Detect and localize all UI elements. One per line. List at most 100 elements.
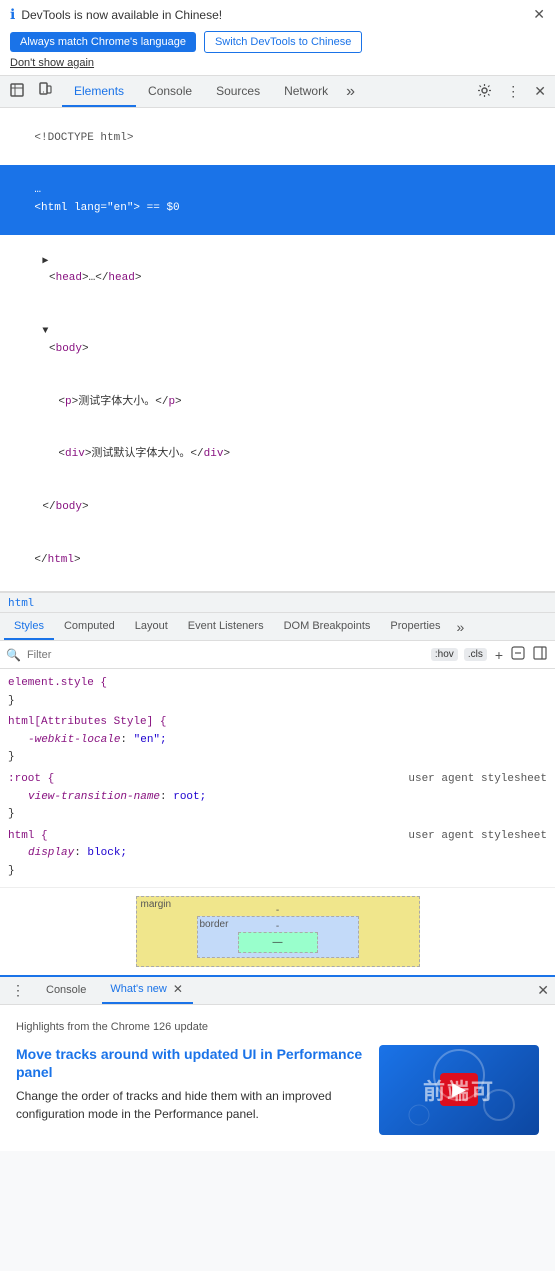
- thumb-chinese-text: 前端可: [423, 1074, 495, 1106]
- close-whats-new-tab-button[interactable]: ✕: [171, 982, 185, 996]
- filter-input-wrap: [27, 649, 425, 661]
- tab-sources[interactable]: Sources: [204, 76, 272, 107]
- whats-new-item: Move tracks around with updated UI in Pe…: [16, 1045, 539, 1135]
- border-val: -: [276, 921, 279, 932]
- device-icon: [37, 82, 53, 98]
- html-head-line[interactable]: ▶ <head>…</head>: [0, 235, 555, 305]
- collapse-body-triangle[interactable]: ▼: [42, 326, 48, 337]
- html-body-open-line[interactable]: ▼ <body>: [0, 306, 555, 376]
- css-html-close: }: [8, 863, 547, 881]
- border-box: border - —: [197, 916, 359, 958]
- whats-new-tab[interactable]: What's new ✕: [102, 977, 193, 1004]
- css-html-selector-line[interactable]: html { user agent stylesheet: [8, 828, 547, 846]
- settings-button[interactable]: [472, 80, 497, 104]
- notification-text: DevTools is now available in Chinese!: [21, 8, 222, 22]
- breadcrumb-label[interactable]: html: [8, 596, 35, 609]
- html-root-close-line[interactable]: </html>: [0, 534, 555, 587]
- notification-buttons: Always match Chrome's language Switch De…: [10, 31, 545, 53]
- devtools-toolbar: Elements Console Sources Network » ⋮ ✕: [0, 76, 555, 108]
- filter-icon: 🔍: [6, 648, 21, 662]
- html-p-line[interactable]: <p>测试字体大小。</p>: [0, 376, 555, 429]
- css-attr-close: }: [8, 749, 547, 767]
- dont-show-button[interactable]: Don't show again: [10, 57, 94, 69]
- tab-computed[interactable]: Computed: [54, 613, 125, 640]
- element-state-button[interactable]: [509, 644, 527, 665]
- css-rule-html: html { user agent stylesheet display: bl…: [0, 826, 555, 883]
- whats-new-description: Change the order of tracks and hide them…: [16, 1087, 367, 1123]
- html-body-close-line[interactable]: </body>: [0, 481, 555, 534]
- cls-filter-tag[interactable]: .cls: [464, 648, 487, 661]
- padding-label: —: [273, 937, 283, 948]
- whats-new-header: Highlights from the Chrome 126 update: [16, 1021, 539, 1033]
- close-devtools-button[interactable]: ✕: [529, 80, 551, 103]
- html-selected-content: <html lang="en"> == $0: [34, 202, 179, 214]
- tab-network[interactable]: Network: [272, 76, 340, 107]
- elements-panel: <!DOCTYPE html> … <html lang="en"> == $0…: [0, 108, 555, 592]
- box-model-section: margin - border - —: [0, 887, 555, 975]
- html-doctype-line[interactable]: <!DOCTYPE html>: [0, 112, 555, 165]
- sidebar-icon: [533, 646, 547, 660]
- css-attr-selector[interactable]: html[Attributes Style] {: [8, 714, 547, 732]
- info-icon: ℹ: [10, 6, 15, 23]
- more-style-tabs-button[interactable]: »: [451, 619, 471, 635]
- inspect-icon: [9, 82, 25, 98]
- box-model: margin - border - —: [8, 896, 547, 967]
- console-tab-label: Console: [46, 984, 86, 996]
- head-content: <head>…</head>: [42, 272, 141, 284]
- more-options-button[interactable]: ⋮: [501, 80, 525, 103]
- toggle-sidebar-button[interactable]: [531, 644, 549, 665]
- bottom-panel-toolbar: ⋮ Console What's new ✕ ✕: [0, 977, 555, 1005]
- console-bottom-tab[interactable]: Console: [38, 977, 94, 1004]
- add-style-rule-button[interactable]: +: [493, 645, 505, 665]
- hov-filter-tag[interactable]: :hov: [431, 648, 458, 661]
- close-bottom-panel-button[interactable]: ✕: [537, 982, 549, 999]
- inspect-element-button[interactable]: [4, 79, 30, 104]
- css-html-body: display: block;: [8, 845, 547, 863]
- whats-new-thumbnail[interactable]: 前端可 ▶: [379, 1045, 539, 1135]
- tab-console[interactable]: Console: [136, 76, 204, 107]
- div-content: <div>测试默认字体大小。</div>: [58, 448, 230, 460]
- html-div-line[interactable]: <div>测试默认字体大小。</div>: [0, 429, 555, 482]
- switch-devtools-button[interactable]: Switch DevTools to Chinese: [204, 31, 362, 53]
- css-rule-root: :root { user agent stylesheet view-trans…: [0, 769, 555, 826]
- css-root-selector-line[interactable]: :root { user agent stylesheet: [8, 771, 547, 789]
- breadcrumb: html: [0, 592, 555, 613]
- padding-box: —: [238, 932, 318, 953]
- doctype-text: <!DOCTYPE html>: [34, 132, 133, 144]
- match-language-button[interactable]: Always match Chrome's language: [10, 32, 196, 52]
- body-close-content: </body>: [42, 501, 88, 513]
- margin-val: -: [276, 905, 279, 916]
- bottom-panel-menu-button[interactable]: ⋮: [6, 979, 30, 1002]
- tab-properties[interactable]: Properties: [380, 613, 450, 640]
- notification-title: ℹ DevTools is now available in Chinese! …: [10, 6, 545, 23]
- device-toggle-button[interactable]: [32, 79, 58, 104]
- css-attr-body: -webkit-locale: "en";: [8, 732, 547, 750]
- notification-bar: ℹ DevTools is now available in Chinese! …: [0, 0, 555, 76]
- tab-elements[interactable]: Elements: [62, 76, 136, 107]
- toolbar-right: ⋮ ✕: [472, 80, 551, 104]
- filter-actions: +: [493, 644, 549, 665]
- tab-dom-breakpoints[interactable]: DOM Breakpoints: [274, 613, 381, 640]
- notification-close-button[interactable]: ✕: [533, 6, 545, 23]
- whats-new-title[interactable]: Move tracks around with updated UI in Pe…: [16, 1045, 367, 1081]
- filter-input[interactable]: [27, 649, 425, 661]
- element-state-icon: [511, 646, 525, 660]
- html-root-line[interactable]: … <html lang="en"> == $0: [0, 165, 555, 235]
- p-content: <p>测试字体大小。</p>: [58, 396, 181, 408]
- more-tabs-button[interactable]: »: [340, 83, 361, 101]
- html-tag-open: …: [34, 184, 41, 196]
- css-rule-html-attr: html[Attributes Style] { -webkit-locale:…: [0, 712, 555, 769]
- styles-tab-bar: Styles Computed Layout Event Listeners D…: [0, 613, 555, 641]
- settings-icon: [477, 83, 492, 98]
- margin-label: margin: [141, 899, 172, 910]
- tab-styles[interactable]: Styles: [4, 613, 54, 640]
- margin-box: margin - border - —: [136, 896, 420, 967]
- border-label: border: [200, 919, 229, 930]
- whats-new-text: Move tracks around with updated UI in Pe…: [16, 1045, 367, 1123]
- css-rule-selector[interactable]: element.style {: [8, 675, 547, 693]
- css-rule-element-style: element.style { }: [0, 673, 555, 712]
- tab-event-listeners[interactable]: Event Listeners: [178, 613, 274, 640]
- whats-new-content: Highlights from the Chrome 126 update Mo…: [0, 1005, 555, 1151]
- expand-head-triangle[interactable]: ▶: [42, 256, 48, 267]
- tab-layout[interactable]: Layout: [125, 613, 178, 640]
